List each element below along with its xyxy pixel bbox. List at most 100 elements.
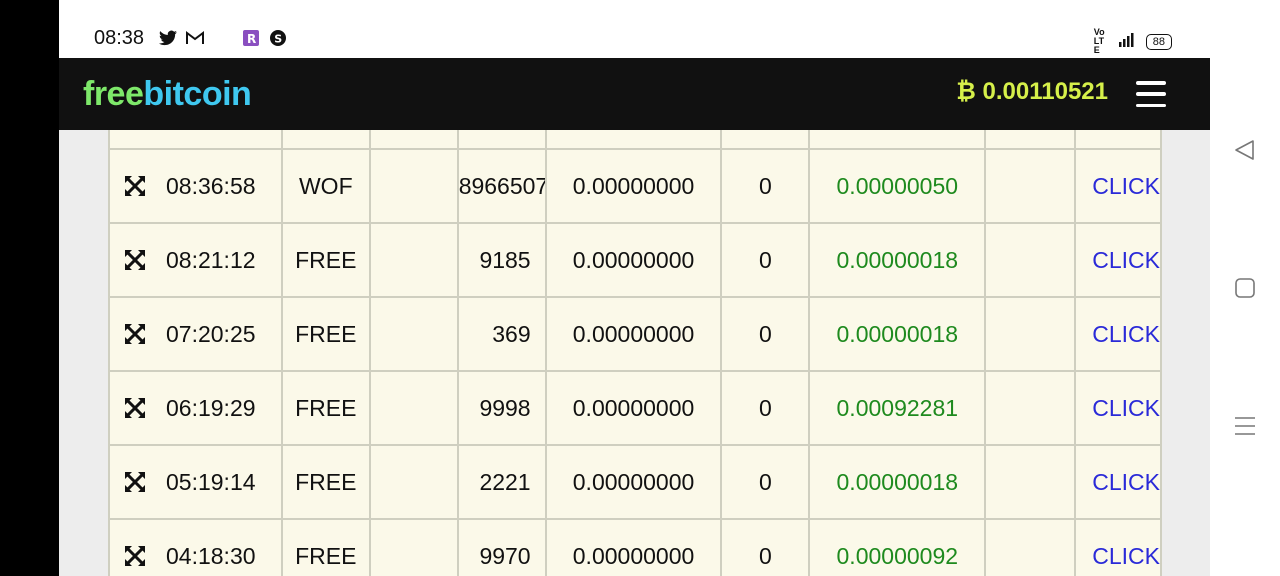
empty-cell — [986, 520, 1077, 576]
roll-number-cell: 2221 — [459, 446, 547, 518]
roll-time: 07:20:25 — [166, 320, 256, 347]
count-cell: 0 — [722, 150, 811, 222]
empty-cell — [986, 372, 1077, 444]
home-icon[interactable] — [1233, 276, 1257, 300]
empty-cell — [986, 224, 1077, 296]
type-cell: FREE — [283, 372, 371, 444]
volte-indicator: Vo LTE — [1093, 27, 1105, 55]
empty-cell — [986, 298, 1077, 370]
amount-cell: 0.00000000 — [547, 372, 723, 444]
empty-cell — [986, 446, 1077, 518]
history-table: 08:36:58 WOF 8966507 0.00000000 0 0.00000050 C… — [108, 130, 1163, 576]
roll-number-cell: 9970 — [459, 520, 547, 576]
count-cell: 0 — [722, 520, 811, 576]
amount-cell: 0.00000000 — [547, 150, 723, 222]
signal-icon — [1118, 33, 1136, 50]
roll-time: 08:36:58 — [166, 172, 256, 199]
action-cell: CLICK — [1076, 298, 1163, 370]
reward-cell: 0.00000050 — [810, 150, 987, 222]
android-nav-bar — [1210, 0, 1280, 576]
roll-time: 08:21:12 — [166, 246, 256, 273]
time-cell: 08:36:58 — [108, 150, 283, 222]
empty-cell — [371, 446, 459, 518]
twitter-icon — [159, 29, 177, 47]
time-cell: 04:18:30 — [108, 520, 283, 576]
s-app-icon: S — [269, 29, 287, 47]
status-time: 08:38 — [94, 27, 145, 49]
roll-time: 05:19:14 — [166, 468, 256, 495]
type-cell: FREE — [283, 446, 371, 518]
table-row: 06:19:29 FREE 9998 0.00000000 0 0.00092281 CLI… — [108, 372, 1163, 446]
click-link[interactable]: CLICK — [1092, 173, 1160, 200]
table-row-partial — [108, 130, 1163, 150]
reward-cell: 0.00000018 — [810, 224, 987, 296]
click-link[interactable]: CLICK — [1092, 247, 1160, 274]
action-cell: CLICK — [1076, 150, 1163, 222]
type-cell: FREE — [283, 520, 371, 576]
balance-display: ₿ 0.00110521 — [956, 78, 1108, 106]
expand-icon[interactable] — [124, 323, 146, 345]
type-cell: FREE — [283, 298, 371, 370]
time-cell: 05:19:14 — [108, 446, 283, 518]
recents-icon[interactable] — [1233, 414, 1257, 438]
reward-cell: 0.00000092 — [810, 520, 987, 576]
site-header: freebitcoin ₿ 0.00110521 — [59, 58, 1210, 130]
table-row: 04:18:30 FREE 9970 0.00000000 0 0.00000092 CLI… — [108, 520, 1163, 576]
click-link[interactable]: CLICK — [1092, 395, 1160, 422]
roll-number-cell: 9998 — [459, 372, 547, 444]
balance-value: 0.00110521 — [982, 78, 1108, 105]
expand-icon[interactable] — [124, 249, 146, 271]
svg-text:R: R — [247, 32, 256, 46]
time-cell: 07:20:25 — [108, 298, 283, 370]
empty-cell — [371, 372, 459, 444]
reward-cell: 0.00000018 — [810, 298, 987, 370]
count-cell: 0 — [722, 224, 811, 296]
action-cell: CLICK — [1076, 224, 1163, 296]
hamburger-menu-icon[interactable] — [1136, 81, 1166, 107]
expand-icon[interactable] — [124, 471, 146, 493]
table-row: 08:21:12 FREE 9185 0.00000000 0 0.00000018 CLI… — [108, 224, 1163, 298]
expand-icon[interactable] — [124, 545, 146, 567]
table-row: 07:20:25 FREE 369 0.00000000 0 0.00000018 CLIC… — [108, 298, 1163, 372]
action-cell: CLICK — [1076, 372, 1163, 444]
svg-text:S: S — [274, 33, 282, 46]
expand-icon[interactable] — [124, 175, 146, 197]
empty-cell — [371, 150, 459, 222]
table-row: 05:19:14 FREE 2221 0.00000000 0 0.00000018 CLI… — [108, 446, 1163, 520]
roll-number-cell: 8966507 — [459, 150, 547, 222]
roll-number-cell: 9185 — [459, 224, 547, 296]
count-cell: 0 — [722, 446, 811, 518]
click-link[interactable]: CLICK — [1092, 543, 1160, 570]
battery-indicator: 88 — [1145, 33, 1172, 50]
back-icon[interactable] — [1233, 138, 1257, 162]
amount-cell: 0.00000000 — [547, 520, 723, 576]
empty-cell — [371, 224, 459, 296]
action-cell: CLICK — [1076, 520, 1163, 576]
reward-cell: 0.00092281 — [810, 372, 987, 444]
time-cell: 08:21:12 — [108, 224, 283, 296]
r-app-icon: R — [242, 29, 260, 47]
bitcoin-symbol-icon: ₿ — [956, 78, 976, 105]
roll-number-cell: 369 — [459, 298, 547, 370]
expand-icon[interactable] — [124, 397, 146, 419]
status-indicators: Vo LTE 88 — [1094, 28, 1172, 55]
roll-time: 04:18:30 — [166, 542, 256, 569]
click-link[interactable]: CLICK — [1092, 469, 1160, 496]
click-link[interactable]: CLICK — [1092, 321, 1160, 348]
count-cell: 0 — [722, 298, 811, 370]
logo-bitcoin: bitcoin — [143, 75, 252, 113]
logo-free: free — [83, 75, 144, 113]
action-cell: CLICK — [1076, 446, 1163, 518]
empty-cell — [986, 150, 1077, 222]
table-row: 08:36:58 WOF 8966507 0.00000000 0 0.00000050 C… — [108, 150, 1163, 224]
amount-cell: 0.00000000 — [547, 298, 723, 370]
reward-cell: 0.00000018 — [810, 446, 987, 518]
site-logo[interactable]: freebitcoin — [83, 74, 252, 114]
amount-cell: 0.00000000 — [547, 224, 723, 296]
type-cell: WOF — [283, 150, 371, 222]
empty-cell — [371, 520, 459, 576]
count-cell: 0 — [722, 372, 811, 444]
status-bar: 08:38 R S Vo LTE 88 — [59, 0, 1210, 58]
phone-screen: 08:38 R S Vo LTE 88 freebitcoin ₿ 0.0011… — [59, 0, 1210, 576]
type-cell: FREE — [283, 224, 371, 296]
